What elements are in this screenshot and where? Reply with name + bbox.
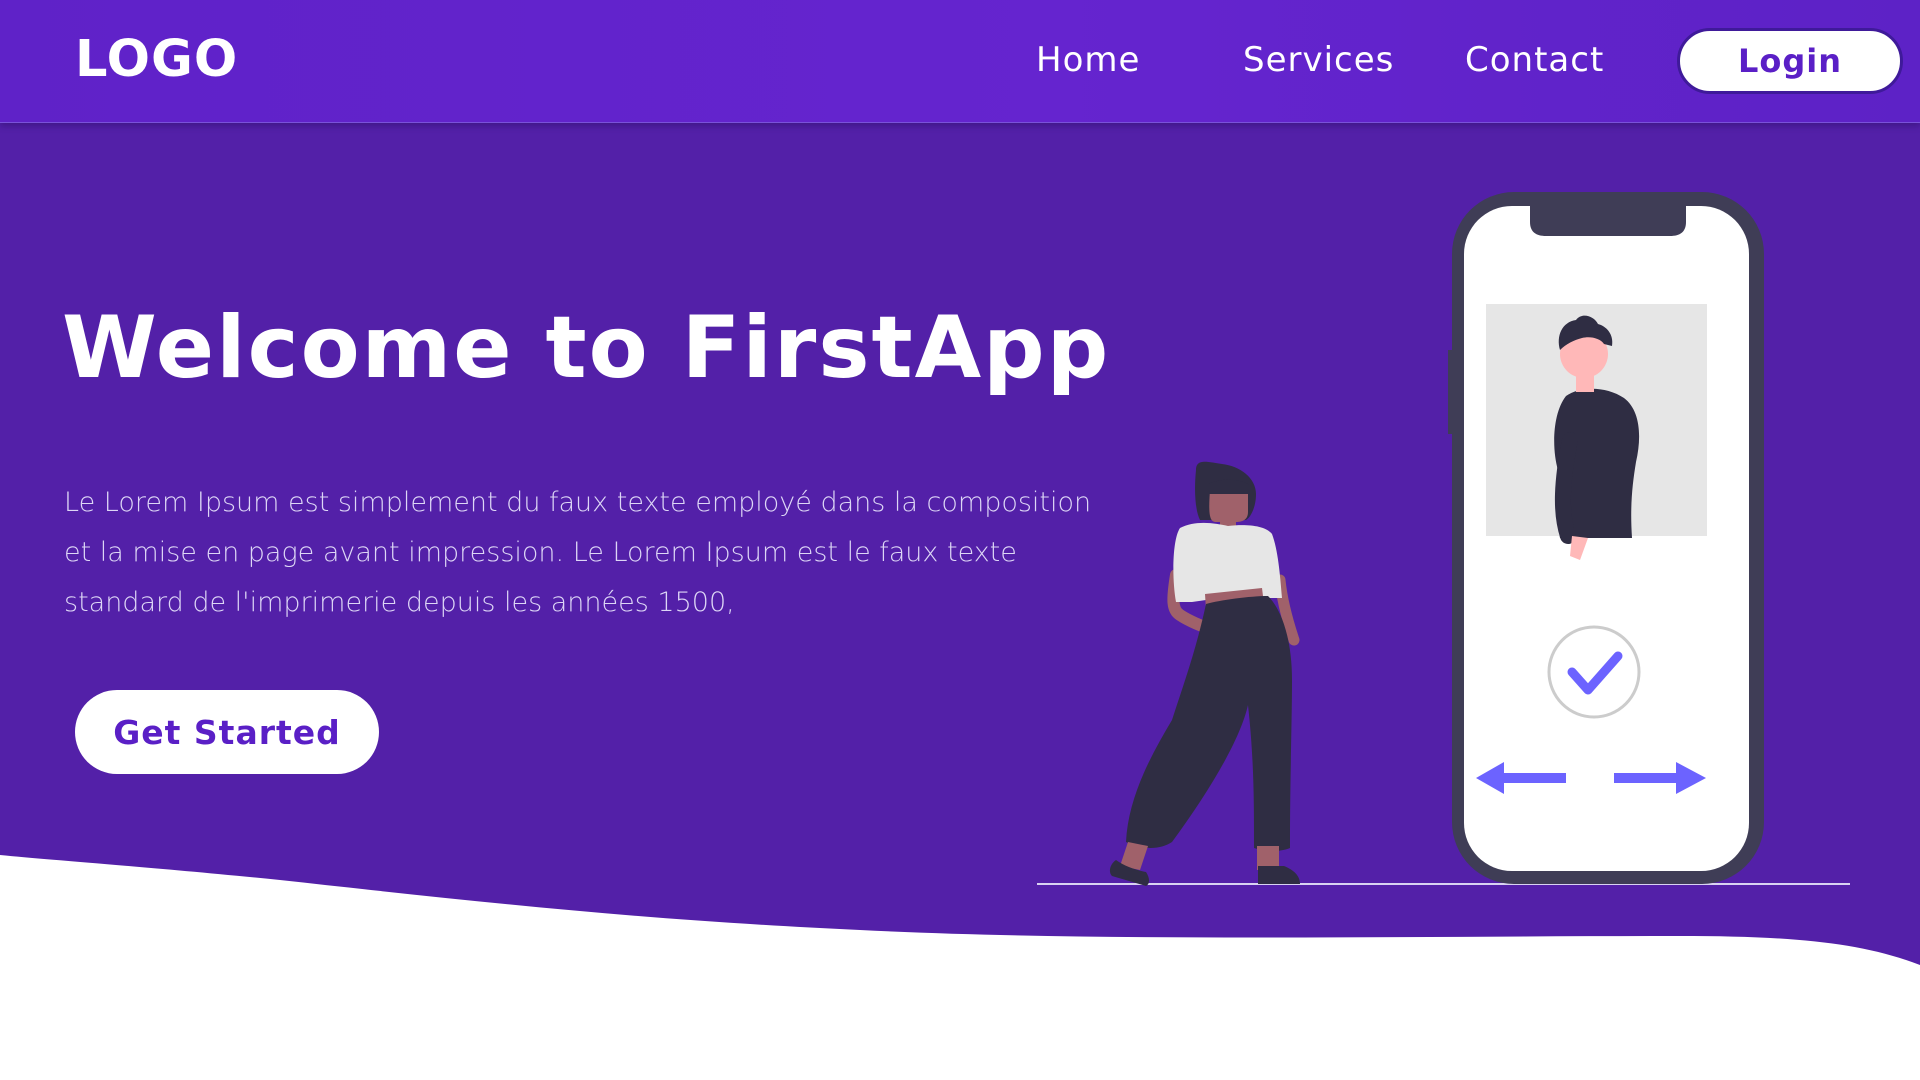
woman-figure-icon [1109,461,1300,886]
nav-link-home[interactable]: Home [1036,40,1140,80]
landing-page: LOGO Home Services Contact Login Welcome… [0,0,1920,1080]
hero-illustration [1037,192,1850,886]
logo[interactable]: LOGO [75,30,238,89]
nav-link-contact[interactable]: Contact [1465,40,1604,80]
check-circle-icon [1547,625,1641,719]
nav-link-services[interactable]: Services [1243,40,1394,80]
hero-description: Le Lorem Ipsum est simplement du faux te… [64,487,1092,618]
phone-icon [1448,192,1764,884]
get-started-button[interactable]: Get Started [75,690,379,774]
hero-title: Welcome to FirstApp [62,298,1111,398]
login-button[interactable]: Login [1677,28,1903,94]
profile-photo-icon [1486,304,1707,560]
top-navbar: LOGO Home Services Contact Login [0,0,1920,123]
